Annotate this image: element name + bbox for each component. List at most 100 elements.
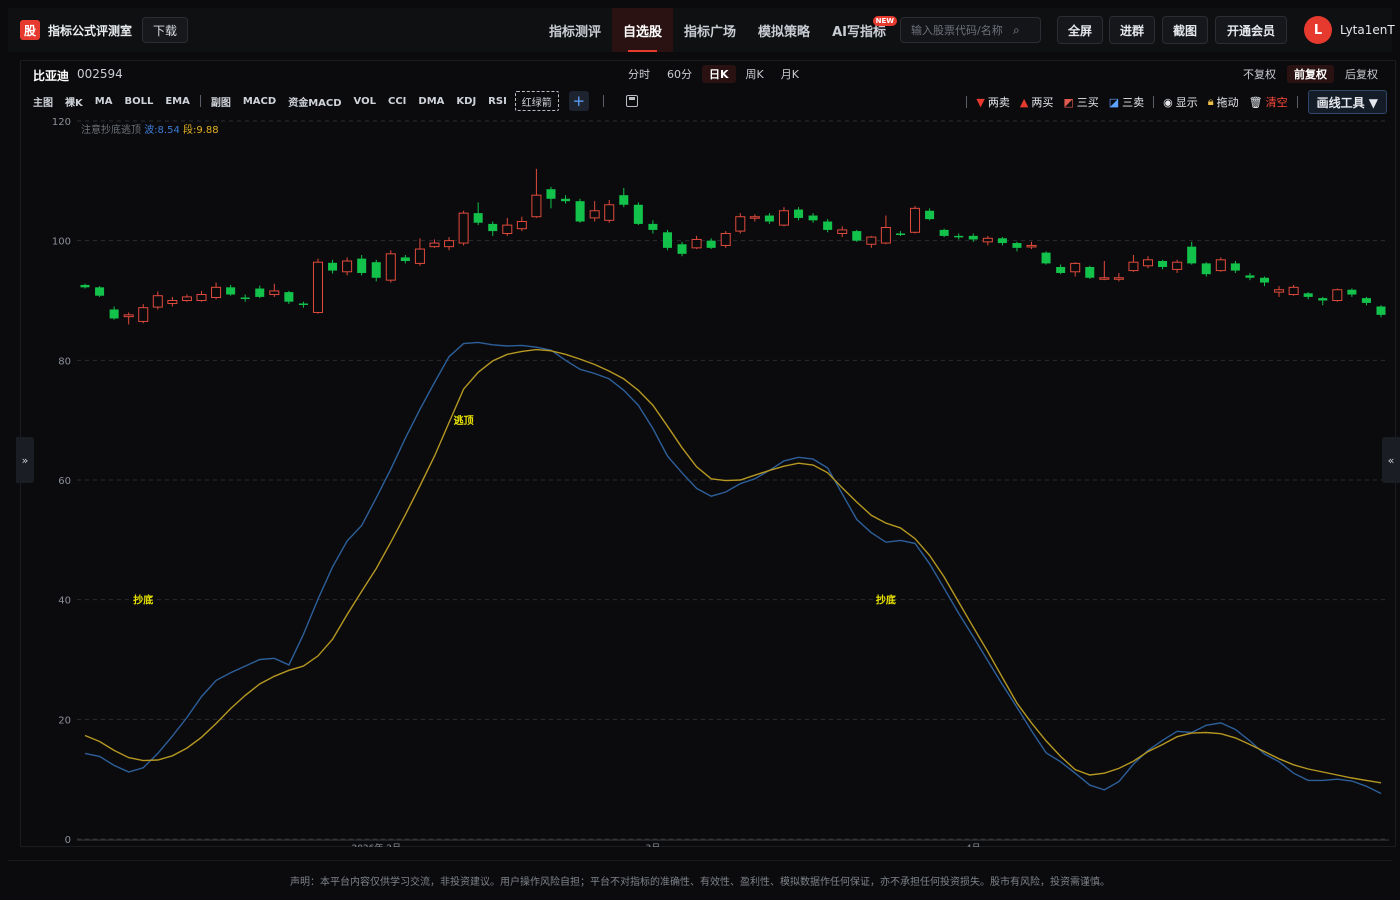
tool-label: 三买 [1076,96,1099,109]
add-indicator-button[interactable]: + [568,91,589,111]
draw-tools-button[interactable]: 画线工具 ▼ [1307,90,1387,114]
candle-body [1274,289,1285,293]
tool-label: 清空 [1265,96,1288,109]
indicator-rsi[interactable]: RSI [482,91,513,111]
two-buy-tool[interactable]: ▲ 两买 [1015,91,1058,113]
indicator-custom-red-green-arrow[interactable]: 红绿箭 [514,91,559,111]
candle-body [997,238,1007,244]
nav-label: 指标测评 [549,24,602,40]
indicator-fund-macd[interactable]: 资金MACD [282,91,347,111]
candle-body [1142,259,1154,267]
membership-button[interactable]: 开通会员 [1215,16,1287,44]
indicator-bare-k[interactable]: 裸K [59,91,89,111]
candle-body [1113,277,1124,280]
indicator-vol[interactable]: VOL [348,91,382,111]
tab-no-adjust[interactable]: 不复权 [1236,65,1283,83]
candle-body [794,209,804,218]
up-triangle-icon: ▲ [1019,95,1029,109]
top-bar: 股 指标公式评测室 下载 指标测评 自选股 指标广场 模拟策略 AI写指标 NEW… [8,8,1395,52]
candle-body [516,221,527,230]
tab-forward-adjust[interactable]: 前复权 [1287,65,1334,83]
candle-body [328,262,338,271]
expand-right-icon[interactable]: « [1382,437,1400,483]
search-icon[interactable]: ⌕ [1013,23,1020,38]
search-input[interactable] [901,23,1011,37]
join-group-button[interactable]: 进群 [1109,16,1155,44]
y-tick-label: 0 [65,835,71,846]
indicator-list: 主图 裸K MA BOLL EMA 副图 MACD 资金MACD VOL CCI… [27,91,638,111]
candle-body [837,229,848,234]
candle-body [444,240,455,248]
tab-period-weekly[interactable]: 周K [739,65,771,83]
candle-body [152,295,163,308]
nav-ai-indicator[interactable]: AI写指标 NEW [821,8,897,52]
candle-body [662,232,672,248]
candle-body [895,233,905,235]
clear-button[interactable]: 🗑︎ 清空 [1244,91,1293,113]
candle-body [619,195,629,205]
candle-body [298,303,308,305]
candle-body [1172,261,1183,270]
three-buy-tool[interactable]: ◩ 三买 [1058,91,1103,113]
expand-left-icon[interactable]: » [16,437,34,483]
indicator-kdj[interactable]: KDJ [450,91,482,111]
candle-body [269,290,280,296]
indicator-ema[interactable]: EMA [159,91,196,111]
nav-simulated-strategy[interactable]: 模拟策略 [747,8,821,52]
tab-backward-adjust[interactable]: 后复权 [1338,65,1385,83]
chart-annotation: 逃顶 [454,414,474,427]
candle-body [589,210,600,219]
download-button[interactable]: 下载 [142,17,189,43]
candle-body [633,204,643,224]
candle-body [488,223,498,232]
tab-period-monthly[interactable]: 月K [774,65,806,83]
candle-body [1070,262,1081,273]
indicator-sub-chart[interactable]: 副图 [205,91,237,111]
candle-body [1376,306,1386,315]
candle-body [808,215,818,221]
candle-body [80,284,90,288]
disclaimer: 声明：本平台内容仅供学习交流，非投资建议。用户操作风险自担；平台不对指标的准确性… [8,860,1392,900]
indicator-boll[interactable]: BOLL [118,91,159,111]
fullscreen-button[interactable]: 全屏 [1057,16,1103,44]
divider [1153,96,1155,108]
series-line [84,348,1382,784]
tool-label: 三卖 [1122,96,1145,109]
candle-body [968,235,978,240]
tab-period-intraday[interactable]: 分时 [621,65,657,83]
drag-toggle[interactable]: 🔒︎ 拖动 [1203,91,1244,113]
nav-indicator-plaza[interactable]: 指标广场 [673,8,747,52]
avatar[interactable]: L [1304,16,1332,44]
indicator-macd[interactable]: MACD [237,91,282,111]
indicator-toolbar: 主图 裸K MA BOLL EMA 副图 MACD 资金MACD VOL CCI… [21,89,1395,114]
candle-body [123,314,134,318]
candle-body [240,297,250,300]
candle-body [1303,293,1313,297]
nav-watchlist[interactable]: 自选股 [612,8,674,52]
chart-legend: 注意抄底逃顶 波:8.54 段:9.88 [81,123,219,136]
save-icon[interactable] [625,95,638,107]
candlestick-chart[interactable]: 0 20 40 60 80 100 120 2026年 2月 3月 4月 注意抄底逃顶 波:8.54… [21,113,1395,847]
nav-indicator-review[interactable]: 指标测评 [538,8,612,52]
candle-body [561,198,571,202]
candle-body [226,287,236,295]
indicator-dma[interactable]: DMA [412,91,450,111]
username[interactable]: Lyta1enT [1340,23,1395,37]
three-sell-tool[interactable]: ◪ 三卖 [1104,91,1149,113]
stock-name: 比亚迪 [33,69,70,83]
legend-wave: 波:8.54 [144,123,183,136]
chart-annotation: 抄底 [876,594,896,607]
candle-body [385,253,396,281]
candle-body [342,260,353,273]
indicator-ma[interactable]: MA [89,91,119,111]
nav-label: 自选股 [623,24,663,40]
indicator-cci[interactable]: CCI [382,91,412,111]
show-toggle[interactable]: ◉ 显示 [1158,91,1203,113]
indicator-main-chart[interactable]: 主图 [27,91,59,111]
screenshot-button[interactable]: 截图 [1162,16,1208,44]
tab-period-daily[interactable]: 日K [702,65,736,83]
period-tabs: 分时 60分 日K 周K 月K [621,65,809,83]
two-sell-tool[interactable]: ▼ 两卖 [971,91,1014,113]
tab-period-60min[interactable]: 60分 [660,65,699,83]
candle-body [1158,261,1168,267]
